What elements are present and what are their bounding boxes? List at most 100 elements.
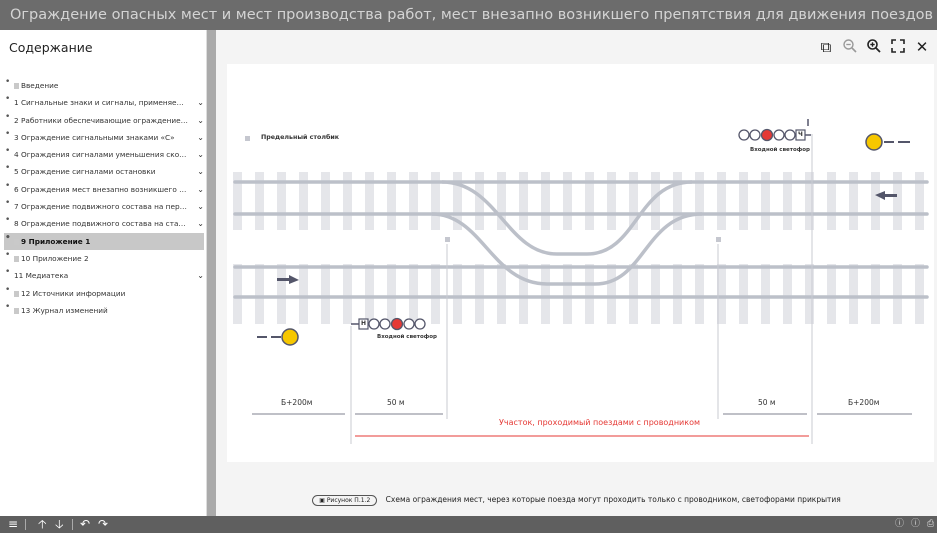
figure-diagram: Предельный столбик Входной светофор Вход… bbox=[227, 64, 934, 462]
figure-badge-label: Рисунок П.1.2 bbox=[326, 497, 371, 504]
sidebar-item[interactable]: • 8 Ограждение подвижного состава на стан… bbox=[0, 215, 207, 232]
arrow-down-icon[interactable]: 🡣 bbox=[55, 516, 64, 533]
sidebar-item[interactable]: • 10 Приложение 2 bbox=[0, 250, 207, 267]
chevron-down-icon[interactable]: ⌄ bbox=[197, 129, 204, 146]
help-icon[interactable]: ⓘ bbox=[911, 516, 920, 533]
page-icon bbox=[14, 238, 19, 245]
distance-right: Б+200м bbox=[848, 398, 880, 407]
sidebar-item-label: 9 Приложение 1 bbox=[21, 236, 91, 246]
figure-badge[interactable]: ▣ Рисунок П.1.2 bbox=[312, 495, 378, 506]
page-icon bbox=[14, 290, 19, 297]
content-area: ⧉ ✕ Предельный столбик Входной светофор … bbox=[216, 30, 937, 516]
signal-top-letter: Ч bbox=[798, 131, 803, 138]
separator bbox=[25, 519, 26, 530]
sidebar-item[interactable]: • 1 Сигнальные знаки и сигналы, применяем… bbox=[0, 94, 207, 111]
sidebar-item-label: 3 Ограждение сигнальными знаками «С» bbox=[14, 132, 175, 142]
sidebar-item-label: Введение bbox=[21, 81, 59, 90]
sidebar-item[interactable]: • 13 Журнал изменений bbox=[0, 302, 207, 319]
chevron-down-icon[interactable]: ⌄ bbox=[197, 198, 204, 215]
bullet-icon: • bbox=[5, 94, 11, 105]
zoom-in-icon[interactable] bbox=[865, 38, 883, 56]
entry-signal-bottom-label: Входной светофор bbox=[377, 334, 437, 340]
cover-signal-left bbox=[257, 328, 299, 346]
separator bbox=[72, 519, 73, 530]
bullet-icon: • bbox=[5, 249, 11, 260]
sidebar-item[interactable]: • 4 Ограждения сигналами уменьшения скоро… bbox=[0, 146, 207, 163]
bullet-icon: • bbox=[5, 198, 11, 209]
sidebar: Содержание • Введение • 1 Сигнальные знаки … bbox=[0, 30, 207, 516]
sidebar-title: Содержание bbox=[9, 40, 93, 55]
distance-left-inner: 50 м bbox=[387, 398, 405, 407]
sidebar-item[interactable]: • 6 Ограждения мест внезапно возникшего п… bbox=[0, 181, 207, 198]
figure-toolbar: ⧉ ✕ bbox=[817, 38, 931, 56]
bullet-icon: • bbox=[5, 77, 11, 87]
table-of-contents: • Введение • 1 Сигнальные знаки и сигналы, … bbox=[0, 77, 207, 319]
sidebar-item[interactable]: • 3 Ограждение сигнальными знаками «С» ⌄ bbox=[0, 129, 207, 146]
fullscreen-icon[interactable] bbox=[889, 38, 907, 56]
page-icon bbox=[14, 83, 19, 89]
sidebar-item-label: 13 Журнал изменений bbox=[21, 305, 108, 315]
track-diagram bbox=[227, 119, 934, 444]
sidebar-item[interactable]: • 7 Ограждение подвижного состава на пере… bbox=[0, 198, 207, 215]
figure-caption-text: Схема ограждения мест, через которые пое… bbox=[385, 495, 841, 504]
signal-bottom-letter: Н bbox=[361, 320, 367, 327]
sidebar-item-label: 7 Ограждение подвижного состава на перег… bbox=[14, 202, 189, 212]
info-icon[interactable]: ⓘ bbox=[895, 516, 904, 533]
figure-caption: ▣ Рисунок П.1.2 Схема ограждения мест, ч… bbox=[216, 495, 937, 506]
close-icon[interactable]: ✕ bbox=[913, 38, 931, 56]
bullet-icon: • bbox=[5, 215, 11, 226]
page-icon bbox=[14, 255, 19, 262]
chevron-down-icon[interactable]: ⌄ bbox=[197, 267, 204, 284]
sidebar-item[interactable]: • 2 Работники обеспечивающие ограждение о… bbox=[0, 112, 207, 129]
chevron-down-icon[interactable]: ⌄ bbox=[197, 181, 204, 198]
chevron-down-icon[interactable]: ⌄ bbox=[197, 94, 204, 111]
zoom-out-icon[interactable] bbox=[841, 38, 859, 56]
distance-right-inner: 50 м bbox=[758, 398, 776, 407]
sidebar-item-label: 4 Ограждения сигналами уменьшения скорос… bbox=[14, 150, 189, 160]
bullet-icon: • bbox=[5, 284, 11, 295]
sidebar-resize-handle[interactable] bbox=[207, 30, 216, 516]
track-sleepers-bottom bbox=[227, 264, 934, 324]
sidebar-item-label: 5 Ограждение сигналами остановки bbox=[14, 167, 156, 177]
print-icon[interactable]: ⎙ bbox=[927, 516, 934, 533]
sidebar-item[interactable]: • 9 Приложение 1 bbox=[4, 232, 204, 250]
chevron-down-icon[interactable]: ⌄ bbox=[197, 146, 204, 163]
restore-icon[interactable]: ⧉ bbox=[817, 38, 835, 56]
section-label: Участок, проходимый поездами с проводник… bbox=[499, 418, 701, 427]
entry-signal-top-label: Входной светофор bbox=[750, 147, 810, 153]
chevron-down-icon[interactable]: ⌄ bbox=[197, 112, 204, 129]
forward-icon[interactable]: ↷ bbox=[98, 516, 108, 533]
bullet-icon: • bbox=[5, 128, 11, 139]
sidebar-item-label: 6 Ограждения мест внезапно возникшего п.… bbox=[14, 184, 189, 194]
page-icon bbox=[14, 307, 19, 314]
fouling-post-label: Предельный столбик bbox=[261, 134, 340, 141]
cover-signal-right bbox=[865, 133, 910, 151]
sidebar-item-label: 10 Приложение 2 bbox=[21, 253, 89, 263]
sidebar-item-label: 8 Ограждение подвижного состава на станц… bbox=[14, 219, 189, 229]
sidebar-item[interactable]: • Введение bbox=[0, 77, 207, 94]
image-icon: ▣ bbox=[319, 497, 325, 504]
bottom-toolbar: ≡ 🡡 🡣 ↶ ↷ ⓘ ⓘ ⎙ bbox=[0, 516, 937, 533]
sidebar-item[interactable]: • 12 Источники информации bbox=[0, 285, 207, 302]
chevron-down-icon[interactable]: ⌄ bbox=[197, 215, 204, 232]
bullet-icon: • bbox=[5, 146, 11, 157]
bullet-icon: • bbox=[5, 163, 11, 174]
sidebar-item-label: 1 Сигнальные знаки и сигналы, применяемы… bbox=[14, 98, 189, 108]
sidebar-item-label: 2 Работники обеспечивающие ограждение о.… bbox=[14, 115, 189, 125]
sidebar-item-label: 11 Медиатека bbox=[14, 271, 69, 281]
bullet-icon: • bbox=[5, 267, 11, 278]
sidebar-item[interactable]: • 5 Ограждение сигналами остановки ⌄ bbox=[0, 163, 207, 180]
distance-left: Б+200м bbox=[281, 398, 313, 407]
sidebar-item-label: 12 Источники информации bbox=[21, 288, 126, 298]
arrow-up-icon[interactable]: 🡡 bbox=[38, 516, 47, 533]
app-window: Ограждение опасных мест и мест производс… bbox=[0, 0, 937, 533]
bullet-icon: • bbox=[5, 111, 11, 122]
bullet-icon: • bbox=[5, 232, 11, 243]
back-icon[interactable]: ↶ bbox=[80, 516, 90, 533]
bullet-icon: • bbox=[5, 301, 11, 312]
sidebar-item[interactable]: • 11 Медиатека ⌄ bbox=[0, 267, 207, 284]
window-title: Ограждение опасных мест и мест производс… bbox=[0, 0, 937, 30]
menu-icon[interactable]: ≡ bbox=[8, 516, 18, 533]
chevron-down-icon[interactable]: ⌄ bbox=[197, 163, 204, 180]
bullet-icon: • bbox=[5, 180, 11, 191]
